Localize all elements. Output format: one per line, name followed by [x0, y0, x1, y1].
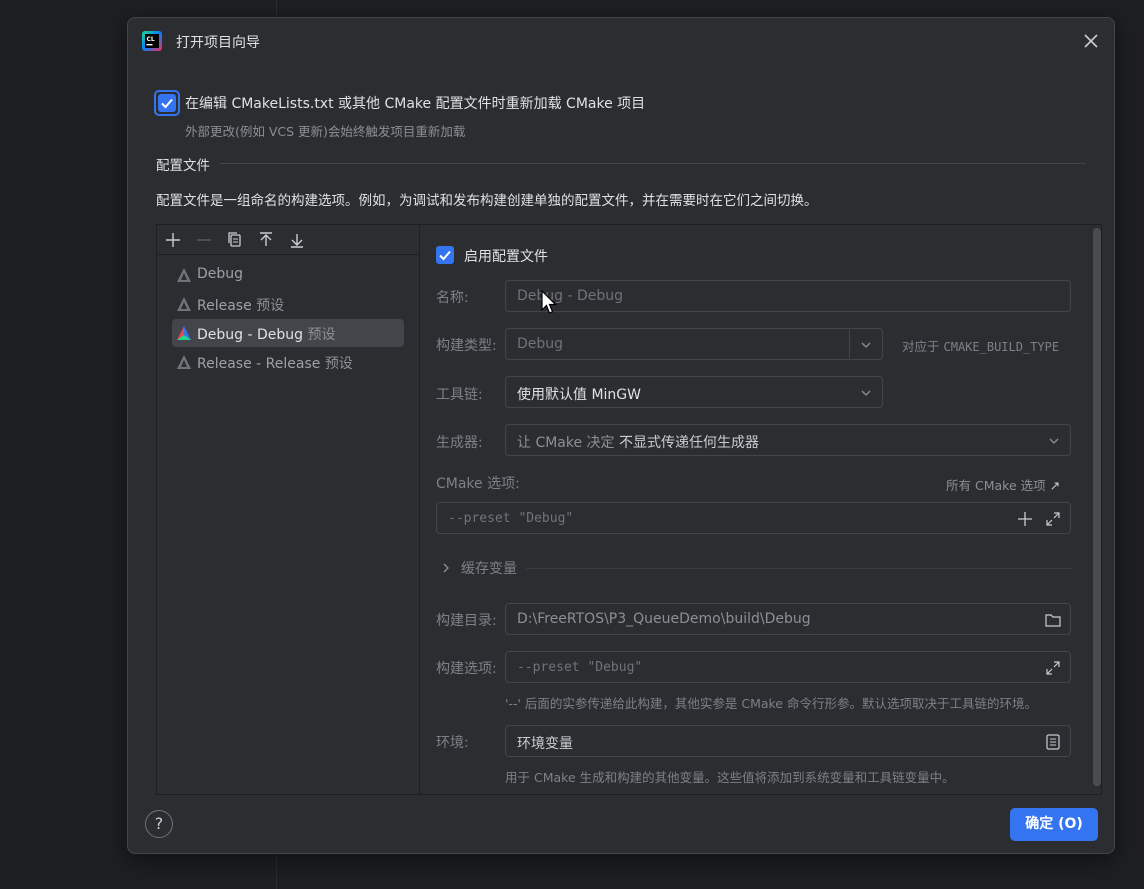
- generator-default-text: 让 CMake 决定: [517, 435, 615, 451]
- ok-button[interactable]: 确定 (O): [1010, 808, 1098, 841]
- toolchain-name: MinGW: [591, 387, 641, 403]
- chevron-right-icon: [443, 563, 449, 573]
- environment-label: 环境:: [436, 735, 469, 751]
- external-link-icon: ↗: [1049, 478, 1061, 493]
- dialog-title: 打开项目向导: [176, 35, 260, 51]
- cmake-triangle-icon: [177, 326, 191, 340]
- cache-variables-label: 缓存变量: [461, 561, 517, 577]
- name-value: Debug - Debug: [517, 288, 624, 304]
- move-down-icon[interactable]: [287, 230, 307, 250]
- profile-item-release[interactable]: Release 预设: [172, 290, 404, 318]
- profile-name: Release: [197, 298, 252, 314]
- build-type-combobox[interactable]: Debug: [505, 328, 883, 360]
- open-project-wizard-dialog: CL 打开项目向导 在编辑 CMakeLists.txt 或其他 CMake 配…: [127, 17, 1115, 854]
- profile-item-debug[interactable]: Debug: [172, 261, 404, 289]
- build-directory-value: D:\FreeRTOS\P3_QueueDemo\build\Debug: [517, 611, 811, 627]
- cmake-triangle-icon: [177, 268, 191, 282]
- expand-icon[interactable]: [1044, 510, 1062, 528]
- profiles-list-pane: Debug Release 预设 Debug - Debug 预设 Releas…: [157, 225, 420, 794]
- add-icon[interactable]: [163, 230, 183, 250]
- copy-icon[interactable]: [225, 230, 245, 250]
- build-options-input[interactable]: --preset "Debug": [505, 651, 1071, 683]
- generator-combobox[interactable]: 让 CMake 决定 不显式传递任何生成器: [505, 424, 1071, 456]
- enable-profile-label: 启用配置文件: [464, 249, 548, 265]
- all-cmake-options-link[interactable]: 所有 CMake 选项 ↗: [946, 475, 1060, 494]
- dialog-titlebar: CL 打开项目向导: [128, 18, 1114, 64]
- profiles-section-title: 配置文件: [156, 158, 210, 174]
- toolchain-combobox[interactable]: 使用默认值 MinGW: [505, 376, 883, 408]
- form-scrollbar[interactable]: [1093, 228, 1101, 786]
- svg-text:CL: CL: [147, 36, 155, 43]
- profile-name: Release - Release: [197, 356, 321, 372]
- profile-form-pane: 启用配置文件 名称: Debug - Debug 构建类型: Debug 对应于…: [421, 225, 1101, 794]
- environment-value: 环境变量: [517, 736, 573, 752]
- chevron-down-icon[interactable]: [860, 388, 872, 398]
- build-options-value: --preset "Debug": [517, 660, 643, 675]
- profiles-toolbar: [157, 225, 419, 255]
- build-type-label: 构建类型:: [436, 338, 497, 354]
- name-input[interactable]: Debug - Debug: [505, 280, 1071, 312]
- name-label: 名称:: [436, 290, 469, 306]
- profile-name: Debug - Debug: [197, 327, 304, 343]
- expand-icon[interactable]: [1044, 659, 1062, 677]
- clion-logo-icon: CL: [142, 31, 162, 51]
- profiles-section-description: 配置文件是一组命名的构建选项。例如，为调试和发布构建创建单独的配置文件，并在需要…: [156, 193, 818, 209]
- reload-cmake-label: 在编辑 CMakeLists.txt 或其他 CMake 配置文件时重新加载 C…: [185, 96, 646, 112]
- check-icon: [439, 250, 451, 261]
- close-icon[interactable]: [1080, 30, 1102, 52]
- build-directory-input[interactable]: D:\FreeRTOS\P3_QueueDemo\build\Debug: [505, 603, 1071, 635]
- remove-icon[interactable]: [194, 230, 214, 250]
- build-type-hint-var: CMAKE_BUILD_TYPE: [943, 340, 1060, 354]
- chevron-down-icon[interactable]: [1048, 436, 1060, 446]
- profiles-panel: Debug Release 预设 Debug - Debug 预设 Releas…: [156, 224, 1102, 795]
- check-icon: [161, 98, 173, 109]
- profile-item-debug-debug[interactable]: Debug - Debug 预设: [172, 319, 404, 347]
- build-options-hint: '--' 后面的实参传递给此构建，其他实参是 CMake 命令行形参。默认选项取…: [505, 696, 1037, 711]
- toolchain-value: 使用默认值 MinGW: [517, 384, 641, 404]
- preset-tag: 预设: [324, 356, 353, 372]
- preset-tag: 预设: [307, 327, 336, 343]
- toolchain-label: 工具链:: [436, 387, 483, 403]
- build-directory-label: 构建目录:: [436, 613, 497, 629]
- generator-label: 生成器:: [436, 435, 483, 451]
- add-icon[interactable]: [1016, 510, 1034, 528]
- cache-variables-separator: [526, 568, 1071, 569]
- cache-variables-toggle[interactable]: 缓存变量: [436, 558, 1076, 578]
- help-button[interactable]: ?: [145, 810, 173, 838]
- build-type-value: Debug: [517, 336, 564, 352]
- section-separator: [220, 163, 1086, 164]
- reload-cmake-hint: 外部更改(例如 VCS 更新)会始终触发项目重新加载: [185, 124, 466, 139]
- reload-checkbox-focus-ring: [154, 90, 180, 116]
- move-up-icon[interactable]: [256, 230, 276, 250]
- generator-name: 不显式传递任何生成器: [619, 435, 760, 451]
- build-type-hint-prefix: 对应于: [902, 339, 940, 354]
- environment-input[interactable]: 环境变量: [505, 725, 1071, 757]
- cmake-options-value: --preset "Debug": [448, 511, 574, 526]
- profile-name: Debug: [197, 266, 244, 282]
- enable-profile-checkbox[interactable]: [436, 246, 454, 264]
- profile-item-release-release[interactable]: Release - Release 预设: [172, 348, 404, 376]
- generator-value: 让 CMake 决定 不显式传递任何生成器: [517, 432, 759, 452]
- folder-icon[interactable]: [1044, 611, 1062, 629]
- build-options-label: 构建选项:: [436, 661, 497, 677]
- list-icon[interactable]: [1044, 733, 1062, 751]
- reload-cmake-checkbox[interactable]: [158, 94, 176, 112]
- environment-hint: 用于 CMake 生成和构建的其他变量。这些值将添加到系统变量和工具链变量中。: [505, 770, 955, 785]
- combobox-separator: [849, 329, 850, 359]
- build-type-hint: 对应于 CMAKE_BUILD_TYPE: [902, 336, 1059, 355]
- toolchain-default-text: 使用默认值: [517, 387, 587, 403]
- cmake-options-input[interactable]: --preset "Debug": [436, 502, 1071, 534]
- mouse-cursor-icon: [541, 290, 557, 314]
- chevron-down-icon[interactable]: [860, 340, 872, 350]
- cmake-triangle-icon: [177, 355, 191, 369]
- preset-tag: 预设: [256, 298, 285, 314]
- cmake-triangle-icon: [177, 297, 191, 311]
- all-cmake-options-text: 所有 CMake 选项: [946, 478, 1046, 493]
- cmake-options-label: CMake 选项:: [436, 476, 520, 492]
